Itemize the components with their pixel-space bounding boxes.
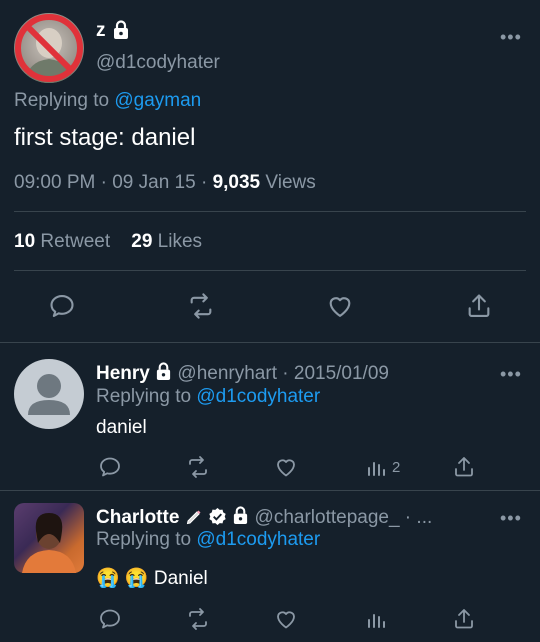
tweet-meta: 09:00 PM · 09 Jan 15 · 9,035 Views xyxy=(14,172,316,194)
views-label: Views xyxy=(265,172,316,193)
main-display-name[interactable]: z xyxy=(96,20,106,42)
reply-header: Henry @henryhart · 2015/01/09 xyxy=(96,362,389,385)
like-icon[interactable] xyxy=(274,607,298,631)
replying-prefix: Replying to xyxy=(14,90,110,111)
retweet-count[interactable]: 10 xyxy=(14,231,35,252)
reply-icon[interactable] xyxy=(98,607,122,631)
lock-icon xyxy=(234,506,248,524)
reply-text: daniel xyxy=(96,417,147,438)
more-options-icon[interactable]: ••• xyxy=(500,508,522,529)
replying-handle-link[interactable]: @d1codyhater xyxy=(196,386,320,407)
lock-icon xyxy=(112,20,130,40)
tweet-date[interactable]: 09 Jan 15 xyxy=(112,172,195,193)
replying-prefix: Replying to xyxy=(96,529,192,550)
replying-handle-link[interactable]: @gayman xyxy=(114,90,201,111)
replying-to: Replying to @gayman xyxy=(14,90,201,112)
like-icon[interactable] xyxy=(274,455,298,479)
replying-to: Replying to @d1codyhater xyxy=(96,386,320,408)
likes-count[interactable]: 29 xyxy=(131,231,152,252)
reply-display-name[interactable]: Charlotte xyxy=(96,507,179,528)
tweet-text: first stage: daniel xyxy=(14,124,196,151)
reply-icon[interactable] xyxy=(98,455,122,479)
tweet-stats: 10 Retweet 29 Likes xyxy=(14,231,202,253)
more-options-icon[interactable]: ••• xyxy=(500,27,522,48)
share-icon[interactable] xyxy=(452,455,476,479)
divider xyxy=(0,342,540,343)
main-avatar[interactable] xyxy=(14,13,84,83)
views-count: 9,035 xyxy=(212,172,261,193)
retweet-icon[interactable] xyxy=(186,607,210,631)
reply-icon[interactable] xyxy=(48,292,76,320)
reply-handle[interactable]: @henryhart xyxy=(177,363,277,384)
divider xyxy=(14,270,526,271)
retweet-icon[interactable] xyxy=(187,292,215,320)
views-icon[interactable] xyxy=(364,455,388,479)
divider xyxy=(0,490,540,491)
reply-display-name[interactable]: Henry xyxy=(96,363,150,384)
retweet-label[interactable]: Retweet xyxy=(40,231,110,252)
reply-handle[interactable]: @charlottepage_ · ... xyxy=(255,507,433,528)
verified-badge-icon xyxy=(209,507,226,526)
lock-icon xyxy=(157,362,171,380)
replying-handle-link[interactable]: @d1codyhater xyxy=(196,529,320,550)
reply-header: Charlotte @charlottepage_ · ... xyxy=(96,506,432,529)
likes-label[interactable]: Likes xyxy=(158,231,202,252)
reply-body: 😭 😭 Daniel xyxy=(96,566,208,590)
views-count: 2 xyxy=(392,459,401,476)
crying-emoji: 😭 😭 xyxy=(96,568,149,589)
tweet-time[interactable]: 09:00 PM xyxy=(14,172,95,193)
meta-separator: · xyxy=(100,172,107,193)
more-options-icon[interactable]: ••• xyxy=(500,364,522,385)
divider xyxy=(14,211,526,212)
avatar[interactable] xyxy=(14,359,84,429)
pencil-icon xyxy=(186,510,201,525)
replying-to: Replying to @d1codyhater xyxy=(96,529,320,551)
reply-text: Daniel xyxy=(153,568,208,589)
share-icon[interactable] xyxy=(452,607,476,631)
meta-separator: · xyxy=(200,172,208,193)
main-handle[interactable]: @d1codyhater xyxy=(96,52,220,74)
like-icon[interactable] xyxy=(326,292,354,320)
replying-prefix: Replying to xyxy=(96,386,192,407)
retweet-icon[interactable] xyxy=(186,455,210,479)
views-icon[interactable] xyxy=(364,607,388,631)
reply-date[interactable]: · 2015/01/09 xyxy=(282,363,389,384)
share-icon[interactable] xyxy=(465,292,493,320)
avatar[interactable] xyxy=(14,503,84,573)
